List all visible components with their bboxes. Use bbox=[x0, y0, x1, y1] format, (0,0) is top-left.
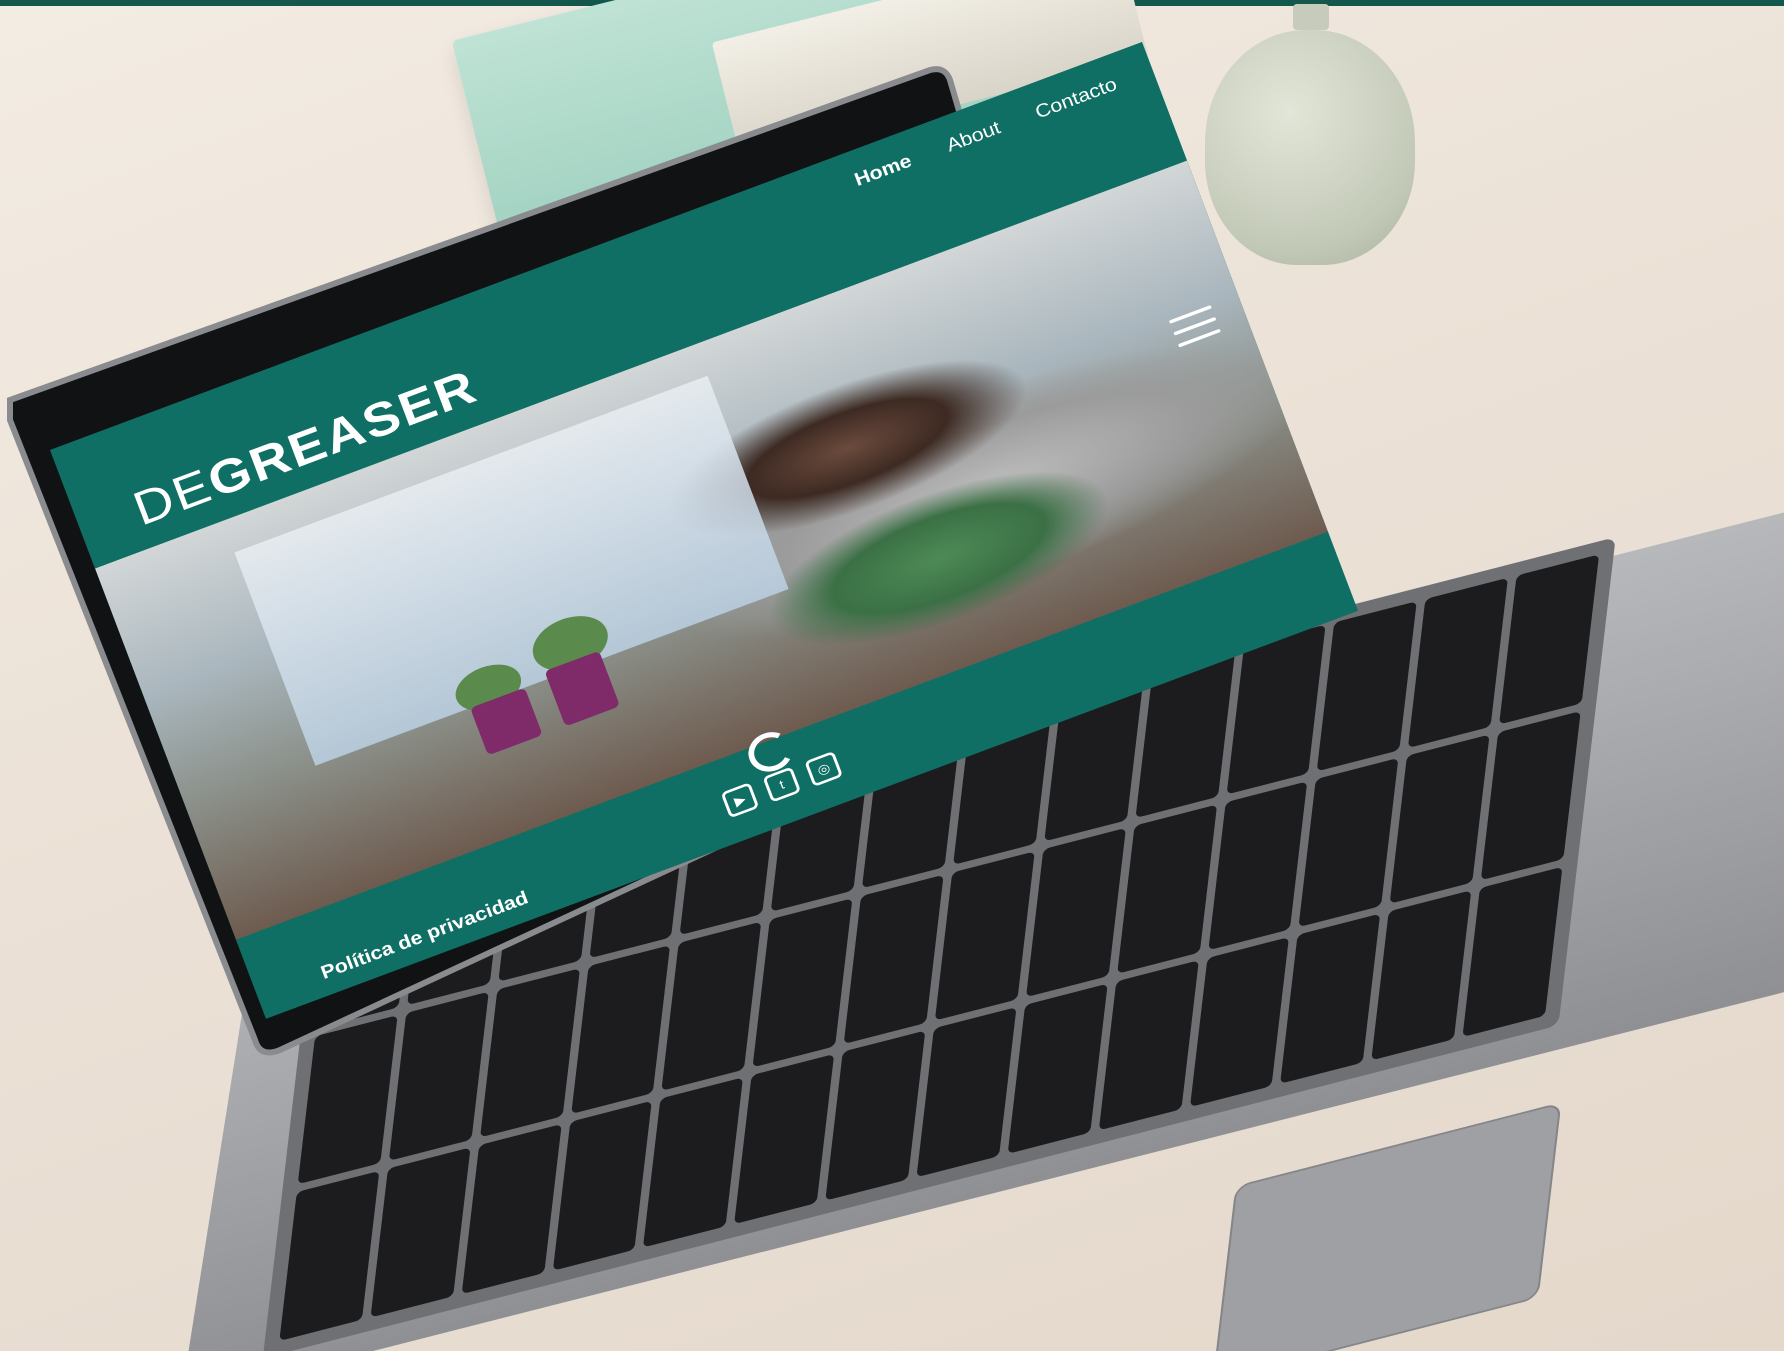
nav-home[interactable]: Home bbox=[851, 150, 914, 191]
nav-contacto[interactable]: Contacto bbox=[1032, 73, 1120, 123]
youtube-icon[interactable]: ▶ bbox=[720, 782, 760, 819]
nav-about[interactable]: About bbox=[943, 117, 1003, 157]
instagram-icon[interactable]: ◎ bbox=[804, 750, 844, 788]
desk-scene: DEGREASER Home About Contacto ▶ t ◎ Polí… bbox=[0, 0, 1784, 1351]
